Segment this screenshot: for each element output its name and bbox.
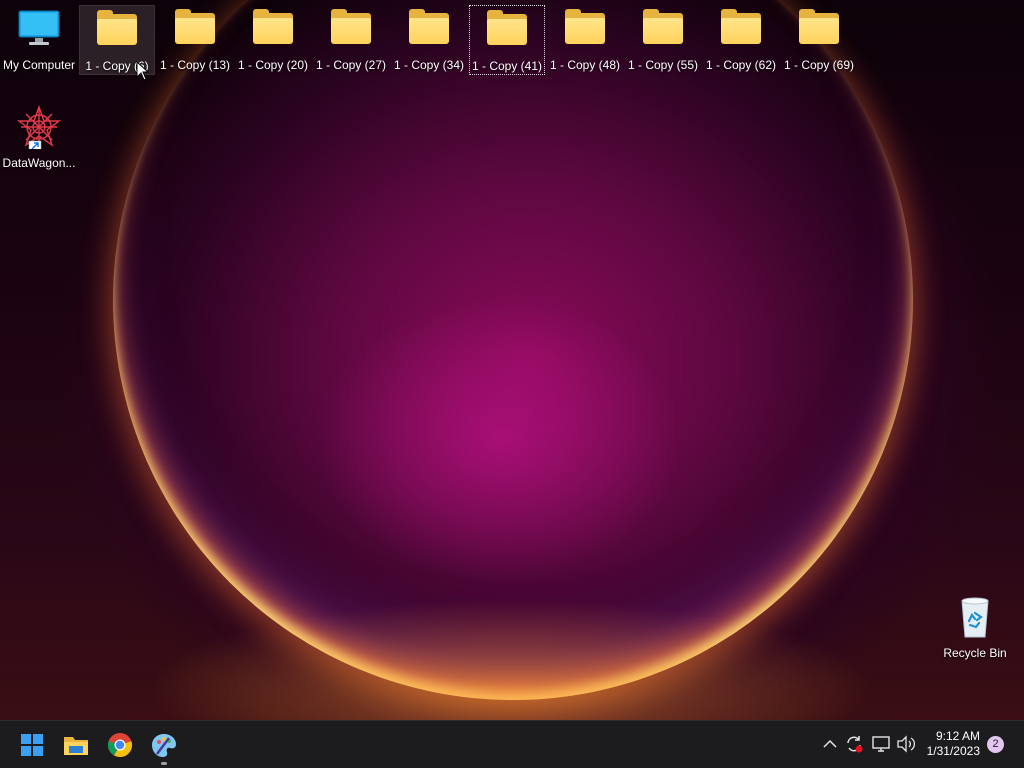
file-explorer-button[interactable] <box>56 725 96 765</box>
desktop-icon-folder-copy-34[interactable]: 1 - Copy (34) <box>391 5 467 75</box>
desktop-icon-datawagon[interactable]: DataWagon... <box>1 103 77 173</box>
network-tray-button[interactable] <box>870 733 892 755</box>
taskbar: 9:12 AM 1/31/2023 <box>0 720 1024 768</box>
chrome-icon <box>107 733 133 758</box>
desktop-icon-folder-copy-13[interactable]: 1 - Copy (13) <box>157 5 233 75</box>
desktop-icon-label: 1 - Copy (62) <box>705 58 777 72</box>
folder-icon <box>563 9 607 45</box>
folder-icon <box>719 9 763 45</box>
notification-center-badge[interactable]: 2 <box>987 736 1004 753</box>
running-indicator <box>161 762 167 765</box>
desktop-icon-my-computer[interactable]: My Computer <box>1 5 77 75</box>
desktop-icon-label: 1 - Copy (34) <box>393 58 465 72</box>
desktop-icon-label: 1 - Copy (69) <box>783 58 855 72</box>
desktop-icon-folder-copy-48[interactable]: 1 - Copy (48) <box>547 5 623 75</box>
paint-icon <box>152 734 176 757</box>
paint-button[interactable] <box>144 725 184 765</box>
desktop-icon-label: 1 - Copy (55) <box>627 58 699 72</box>
desktop-icon-label: 1 - Copy (48) <box>549 58 621 72</box>
desktop-icon-label: Recycle Bin <box>943 646 1007 660</box>
file-explorer-icon <box>64 737 88 755</box>
desktop-icon-folder-copy-62[interactable]: 1 - Copy (62) <box>703 5 779 75</box>
desktop-icon-folder-copy-41[interactable]: 1 - Copy (41) <box>469 5 545 75</box>
desktop-icon-folder-copy-55[interactable]: 1 - Copy (55) <box>625 5 701 75</box>
desktop-icon-label: DataWagon... <box>2 156 76 170</box>
show-hidden-icons-button[interactable] <box>819 733 841 755</box>
desktop-icon-folder-copy-27[interactable]: 1 - Copy (27) <box>313 5 389 75</box>
desktop[interactable]: My Computer 1 - Copy (6) 1 - Copy (13) 1… <box>0 0 1024 720</box>
desktop-icon-folder-copy-6[interactable]: 1 - Copy (6) <box>79 5 155 75</box>
desktop-icon-label: 1 - Copy (6) <box>85 59 149 73</box>
clock[interactable]: 9:12 AM 1/31/2023 <box>910 729 980 759</box>
clock-date: 1/31/2023 <box>926 744 980 758</box>
desktop-icon-label: 1 - Copy (41) <box>471 59 543 73</box>
datawagon-shortcut-icon <box>17 105 61 149</box>
chevron-up-icon <box>823 739 837 748</box>
windows-start-icon <box>21 734 43 756</box>
desktop-icon-folder-copy-69[interactable]: 1 - Copy (69) <box>781 5 857 75</box>
folder-icon <box>329 9 373 45</box>
sync-icon <box>847 736 863 753</box>
wallpaper-floor-glow <box>0 560 1024 720</box>
chrome-button[interactable] <box>100 725 140 765</box>
desktop-icon-label: My Computer <box>2 58 76 72</box>
folder-icon <box>173 9 217 45</box>
desktop-icon-label: 1 - Copy (20) <box>237 58 309 72</box>
desktop-icon-label: 1 - Copy (13) <box>159 58 231 72</box>
start-button[interactable] <box>12 725 52 765</box>
desktop-icon-label: 1 - Copy (27) <box>315 58 387 72</box>
monitor-icon <box>17 9 61 45</box>
clock-time: 9:12 AM <box>935 729 980 743</box>
folder-icon <box>95 10 139 46</box>
desktop-icon-recycle-bin[interactable]: Recycle Bin <box>937 593 1013 663</box>
folder-icon <box>407 9 451 45</box>
recycle-bin-icon <box>953 597 997 638</box>
wallpaper-glow-ring <box>113 0 913 700</box>
network-icon <box>872 736 890 752</box>
desktop-icon-folder-copy-20[interactable]: 1 - Copy (20) <box>235 5 311 75</box>
folder-icon <box>251 9 295 45</box>
folder-icon <box>485 10 529 46</box>
folder-icon <box>641 9 685 45</box>
sync-tray-button[interactable] <box>843 733 865 755</box>
folder-icon <box>797 9 841 45</box>
